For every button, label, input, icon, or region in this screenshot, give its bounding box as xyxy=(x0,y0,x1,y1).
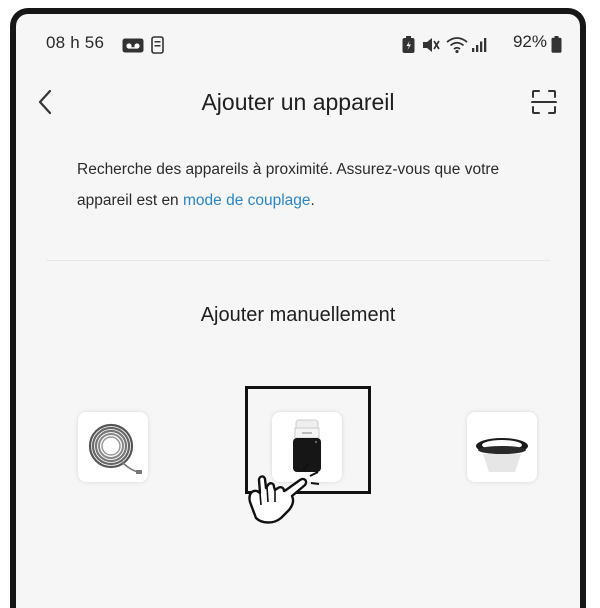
phone-frame: 08 h 56 92% Ajouter un appareil Recherch… xyxy=(10,8,586,608)
signal-icon xyxy=(472,38,487,52)
nearby-search-description: Recherche des appareils à proximité. Ass… xyxy=(77,154,547,216)
header: Ajouter un appareil xyxy=(16,80,580,126)
qr-scan-icon[interactable] xyxy=(530,88,558,116)
battery-icon xyxy=(551,36,562,53)
device-recessed-light[interactable] xyxy=(467,412,537,482)
wifi-icon xyxy=(446,37,468,54)
page-title: Ajouter un appareil xyxy=(201,89,395,115)
pointing-hand-icon xyxy=(248,462,320,524)
status-bar: 08 h 56 92% xyxy=(16,14,580,68)
led-strip-icon xyxy=(88,423,142,474)
battery-saver-icon xyxy=(402,36,415,53)
status-time: 08 h 56 xyxy=(46,33,105,52)
section-divider xyxy=(46,260,550,261)
voicemail-icon xyxy=(122,38,144,53)
phone-storage-icon xyxy=(151,36,164,54)
add-manually-title: Ajouter manuellement xyxy=(200,304,396,326)
mute-icon xyxy=(423,38,440,52)
recessed-light-icon xyxy=(476,438,528,472)
device-led-strip[interactable] xyxy=(78,412,148,482)
pairing-mode-link[interactable]: mode de couplage xyxy=(183,192,311,209)
description-end: . xyxy=(310,192,315,209)
battery-percent: 92% xyxy=(512,32,547,51)
